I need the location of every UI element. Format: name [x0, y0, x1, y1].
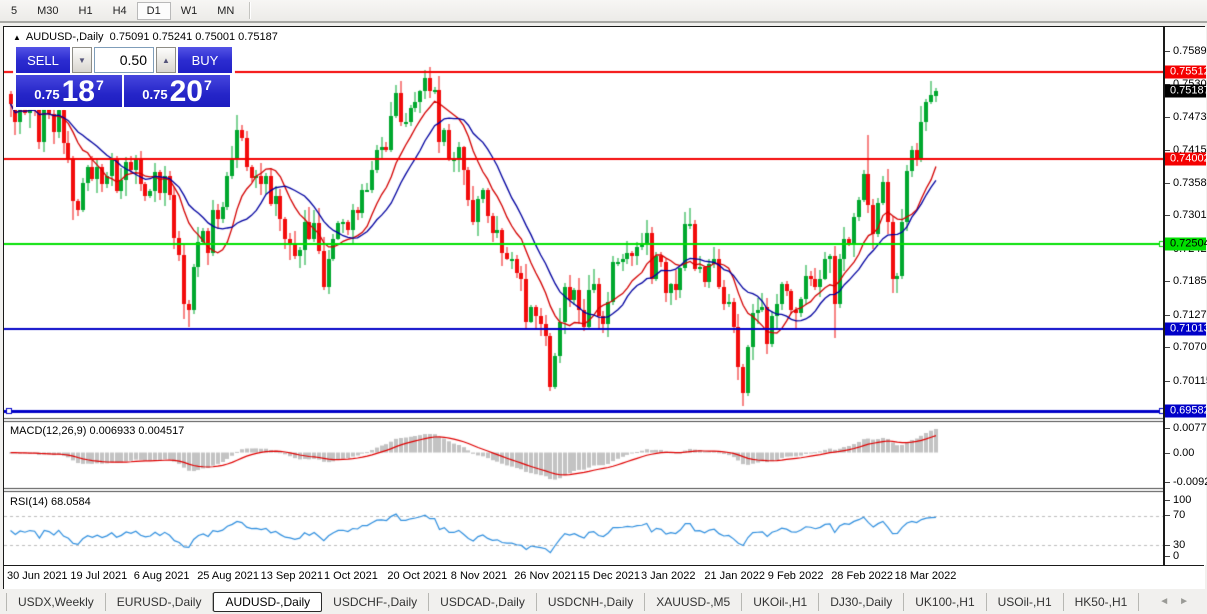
level-price-badge: 0.75512 [1165, 65, 1207, 79]
sell-price-small: 0.75 [34, 87, 60, 102]
price-tick-label: 0.71855 [1165, 275, 1207, 287]
volume-input[interactable] [94, 47, 154, 73]
chart-ohlc-values: 0.75091 0.75241 0.75001 0.75187 [109, 31, 278, 43]
time-axis[interactable]: 30 Jun 2021 19 Jul 2021 6 Aug 2021 25 Aug 2… [4, 565, 1204, 589]
symbol-tab-bar: USDX,Weekly EURUSD-,Daily AUDUSD-,Daily USD… [0, 590, 1207, 614]
symbol-tab-usdcad-daily[interactable]: USDCAD-,Daily [429, 593, 537, 611]
rsi-tick-label: 0 [1165, 550, 1206, 562]
macd-values: 0.006933 0.004517 [89, 425, 185, 437]
time-tick-label: 3 Jan 2022 [641, 570, 696, 582]
timeframe-tab-w1[interactable]: W1 [171, 2, 208, 20]
chart-symbol-period: AUDUSD-,Daily [25, 31, 104, 43]
timeframe-tab-d1[interactable]: D1 [136, 1, 171, 20]
sell-price-big: 18 [61, 75, 95, 108]
price-tick-label: 0.73580 [1165, 177, 1207, 189]
symbol-tab-usdcnh-daily[interactable]: USDCNH-,Daily [537, 593, 646, 611]
timeframe-tab-h1[interactable]: H1 [69, 2, 103, 20]
symbol-tab-usdchf-daily[interactable]: USDCHF-,Daily [322, 593, 430, 611]
sell-button[interactable]: SELL [16, 47, 70, 73]
time-tick-label: 15 Dec 2021 [577, 570, 640, 582]
buy-price-big: 20 [169, 75, 203, 108]
time-tick-label: 6 Aug 2021 [133, 570, 190, 582]
macd-indicator-label: MACD(12,26,9) 0.006933 0.004517 [10, 425, 184, 437]
rsi-tick-label: 100 [1165, 494, 1206, 506]
price-tick-label: 0.70115 [1165, 375, 1207, 387]
collapse-triangle-icon: ▲ [13, 33, 21, 42]
buy-price-sup: 7 [203, 77, 212, 93]
time-tick-label: 19 Jul 2021 [70, 570, 128, 582]
time-tick-label: 13 Sep 2021 [260, 570, 323, 582]
sell-price-display[interactable]: 0.75 18 7 [16, 75, 122, 107]
symbol-tab-eurusd-daily[interactable]: EURUSD-,Daily [106, 593, 214, 611]
macd-tick-label: -0.00926 [1165, 476, 1207, 488]
timeframe-tab-mn[interactable]: MN [207, 2, 244, 20]
time-tick-label: 26 Nov 2021 [514, 570, 577, 582]
symbol-tab-usoil-h1[interactable]: USOil-,H1 [987, 593, 1064, 611]
macd-tick-label: 0.007704 [1165, 422, 1207, 434]
buy-button[interactable]: BUY [178, 47, 232, 73]
price-tick-label: 0.70700 [1165, 341, 1207, 353]
rsi-indicator-label: RSI(14) 68.0584 [10, 496, 91, 508]
chart-title: ▲ AUDUSD-,Daily 0.75091 0.75241 0.75001 0… [13, 31, 278, 43]
volume-decrease-button[interactable]: ▼ [72, 47, 92, 73]
symbol-tab-audusd-daily[interactable]: AUDUSD-,Daily [213, 592, 323, 612]
timeframe-tab-h4[interactable]: H4 [103, 2, 137, 20]
macd-name: MACD(12,26,9) [10, 425, 87, 437]
level-price-badge: 0.72504 [1165, 237, 1207, 251]
symbol-tab-dj30-daily[interactable]: DJ30-,Daily [819, 593, 905, 611]
symbol-tab-uk100-h1[interactable]: UK100-,H1 [904, 593, 987, 611]
time-tick-label: 30 Jun 2021 [7, 570, 68, 582]
macd-tick-label: 0.00 [1165, 447, 1206, 459]
price-axis[interactable]: 0.758900.753050.747350.741500.735800.730… [1163, 27, 1207, 565]
price-tick-label: 0.75890 [1165, 45, 1207, 57]
timeframe-toolbar: 5 M30 H1 H4 D1 W1 MN [0, 0, 1207, 23]
time-tick-label: 1 Oct 2021 [324, 570, 378, 582]
symbol-tab-hk50-h1[interactable]: HK50-,H1 [1064, 593, 1140, 611]
time-tick-label: 18 Mar 2022 [894, 570, 957, 582]
time-tick-label: 8 Nov 2021 [450, 570, 508, 582]
rsi-name: RSI(14) [10, 496, 48, 508]
volume-increase-button[interactable]: ▲ [156, 47, 176, 73]
timeframe-tab-5[interactable]: 5 [1, 2, 27, 20]
rsi-value: 68.0584 [50, 496, 91, 508]
time-tick-label: 20 Oct 2021 [387, 570, 448, 582]
rsi-tick-label: 70 [1165, 509, 1206, 521]
current-price-badge: 0.75187 [1165, 84, 1207, 98]
one-click-trading-panel: SELL ▼ ▲ BUY 0.75 18 7 0.75 20 7 [14, 45, 234, 109]
timeframe-tab-m30[interactable]: M30 [27, 2, 68, 20]
price-tick-label: 0.71270 [1165, 309, 1207, 321]
symbol-tab-usdx-weekly[interactable]: USDX,Weekly [6, 593, 106, 611]
chart-window: ▲ AUDUSD-,Daily 0.75091 0.75241 0.75001 0… [3, 26, 1207, 589]
symbol-tab-xauusd-m5[interactable]: XAUUSD-,M5 [645, 593, 743, 611]
time-tick-label: 21 Jan 2022 [704, 570, 765, 582]
price-tick-label: 0.73010 [1165, 209, 1207, 221]
buy-price-display[interactable]: 0.75 20 7 [124, 75, 230, 107]
level-price-badge: 0.71013 [1165, 322, 1207, 336]
time-tick-label: 28 Feb 2022 [831, 570, 893, 582]
tabs-scroll-arrows[interactable]: ◄► [1159, 596, 1199, 607]
price-tick-label: 0.74735 [1165, 111, 1207, 123]
buy-price-small: 0.75 [142, 87, 168, 102]
time-tick-label: 9 Feb 2022 [767, 570, 824, 582]
level-price-badge: 0.69582 [1165, 404, 1207, 418]
symbol-tab-ukoil-h1[interactable]: UKOil-,H1 [742, 593, 820, 611]
toolbar-separator [249, 2, 252, 19]
level-price-badge: 0.74002 [1165, 152, 1207, 166]
sell-price-sup: 7 [95, 77, 104, 93]
time-tick-label: 25 Aug 2021 [197, 570, 259, 582]
